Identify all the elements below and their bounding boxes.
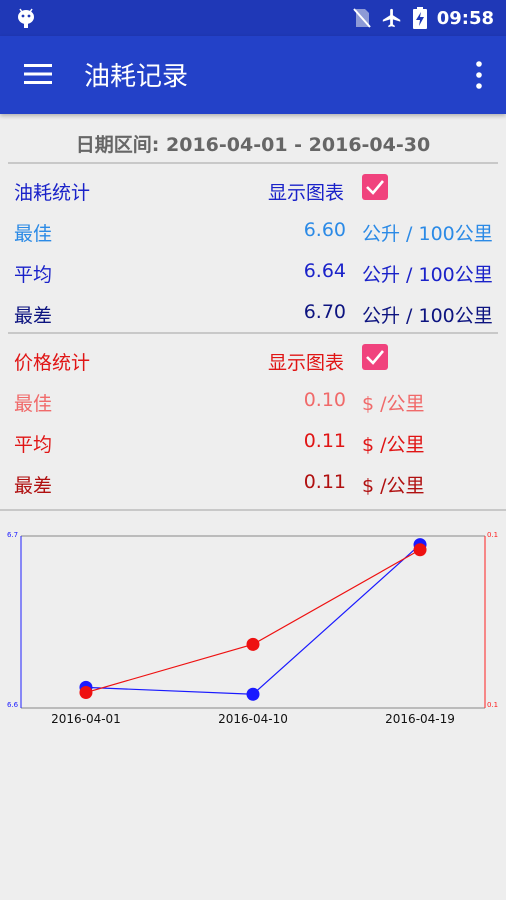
fuel-worst-row: 最差 6.70 公升 / 100公里 <box>0 293 506 333</box>
fuel-worst-value: 6.70 <box>303 301 346 323</box>
price-worst-unit: $ /公里 <box>362 475 425 497</box>
divider <box>8 332 498 334</box>
fuel-best-value: 6.60 <box>303 219 346 241</box>
price-avg-unit: $ /公里 <box>362 434 425 456</box>
price-header-row: 价格统计 显示图表 <box>0 340 506 380</box>
fuel-avg-value: 6.64 <box>303 260 346 282</box>
fuel-worst-unit: 公升 / 100公里 <box>362 305 493 327</box>
left-axis-max-label: 6.7 <box>7 531 18 539</box>
price-avg-label: 平均 <box>14 434 53 456</box>
price-best-unit: $ /公里 <box>362 393 425 415</box>
fuel-price-chart: 6.7 6.6 0.1 0.1 2016-04-01 2016-04-10 2016-04-… <box>0 520 506 750</box>
data-point-right <box>79 686 93 700</box>
status-bar: 09:58 <box>0 0 506 36</box>
date-range: 日期区间: 2016-04-01 - 2016-04-30 <box>75 134 431 156</box>
series-line-left <box>85 544 421 695</box>
app-bar: 油耗记录 <box>0 36 506 114</box>
x-tick-label: 2016-04-19 <box>385 712 455 726</box>
fuel-best-row: 最佳 6.60 公升 / 100公里 <box>0 211 506 251</box>
price-best-value: 0.10 <box>303 389 346 411</box>
fuel-best-label: 最佳 <box>14 223 53 245</box>
fuel-stats-header: 油耗统计 <box>14 182 91 204</box>
fuel-worst-label: 最差 <box>14 305 53 327</box>
fuel-avg-label: 平均 <box>14 264 53 286</box>
fuel-best-unit: 公升 / 100公里 <box>362 223 493 245</box>
price-best-row: 最佳 0.10 $ /公里 <box>0 381 506 421</box>
data-point-right <box>413 543 427 557</box>
left-axis-min-label: 6.6 <box>7 701 19 709</box>
data-point-right <box>246 637 260 651</box>
price-worst-value: 0.11 <box>303 471 346 493</box>
check-icon <box>366 180 384 195</box>
more-options-icon[interactable] <box>474 60 484 90</box>
battery-charging-icon <box>412 7 427 29</box>
no-sim-icon <box>352 8 371 28</box>
price-avg-value: 0.11 <box>303 430 346 452</box>
airplane-mode-icon <box>382 8 400 28</box>
page-title: 油耗记录 <box>84 62 189 92</box>
x-tick-label: 2016-04-01 <box>51 712 121 726</box>
price-worst-row: 最差 0.11 $ /公里 <box>0 463 506 503</box>
price-best-label: 最佳 <box>14 393 53 415</box>
right-axis-max-label: 0.1 <box>487 531 498 539</box>
data-point-left <box>246 687 260 701</box>
price-avg-row: 平均 0.11 $ /公里 <box>0 422 506 462</box>
price-show-chart-label: 显示图表 <box>268 352 345 374</box>
check-icon <box>366 350 384 365</box>
fuel-show-chart-label: 显示图表 <box>268 182 345 204</box>
status-time: 09:58 <box>436 7 494 29</box>
fuel-header-row: 油耗统计 显示图表 <box>0 170 506 210</box>
x-tick-label: 2016-04-10 <box>218 712 288 726</box>
fuel-avg-row: 平均 6.64 公升 / 100公里 <box>0 252 506 292</box>
fuel-avg-unit: 公升 / 100公里 <box>362 264 493 286</box>
divider <box>0 509 506 511</box>
series-line-right <box>85 549 421 694</box>
fuel-show-chart-checkbox[interactable] <box>362 174 388 200</box>
android-debug-icon <box>18 8 34 28</box>
menu-icon[interactable] <box>24 62 54 86</box>
right-axis-min-label: 0.1 <box>487 701 498 709</box>
price-show-chart-checkbox[interactable] <box>362 344 388 370</box>
price-worst-label: 最差 <box>14 475 53 497</box>
chart-svg: 6.7 6.6 0.1 0.1 2016-04-01 2016-04-10 2016-04-… <box>7 531 498 726</box>
divider <box>8 162 498 164</box>
price-stats-header: 价格统计 <box>14 352 91 374</box>
